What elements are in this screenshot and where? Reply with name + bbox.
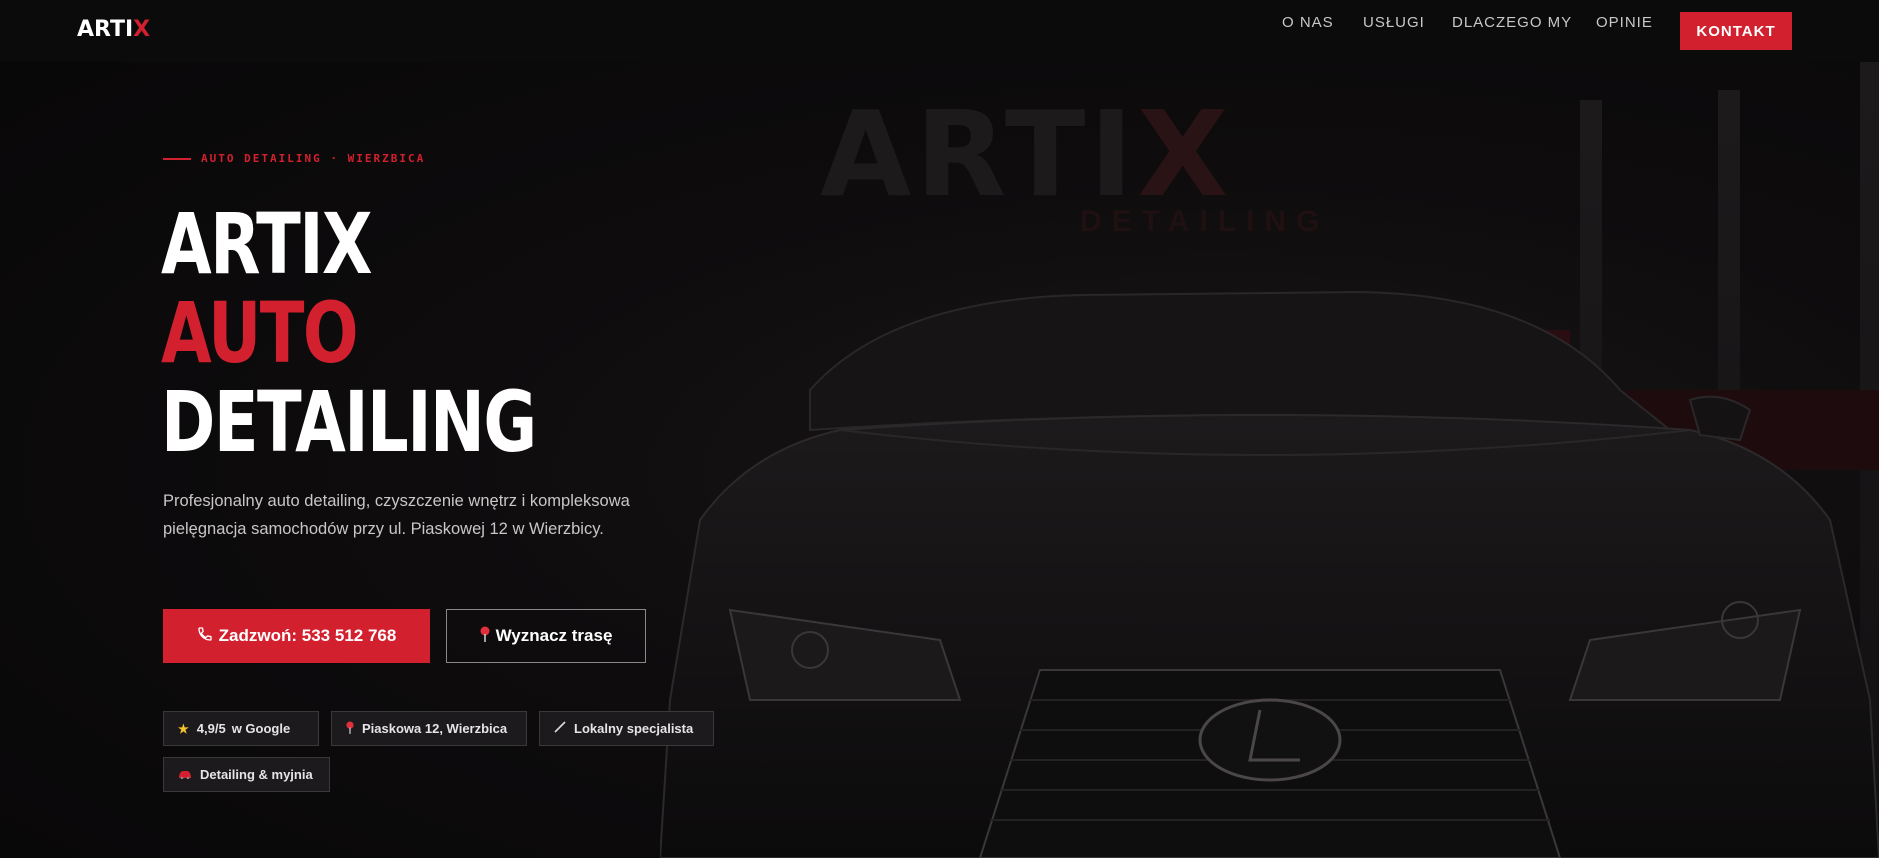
specialist-label: Lokalny specjalista: [574, 721, 694, 736]
hero-eyebrow: AUTO DETAILING · WIERZBICA: [163, 152, 425, 165]
route-button-label: Wyznacz trasę: [495, 626, 613, 645]
car-icon: [178, 768, 192, 782]
hero-title-line-1: ARTIX: [161, 195, 373, 293]
specialist-chip: Lokalny specjalista: [539, 711, 714, 746]
pin-icon: [346, 721, 354, 737]
hero-title-line-3: DETAILING: [161, 373, 537, 471]
service-label: Detailing & myjnia: [200, 767, 313, 782]
contact-button[interactable]: KONTAKT: [1680, 12, 1792, 50]
star-icon: ★: [178, 721, 189, 736]
call-button[interactable]: Zadzwoń: 533 512 768: [163, 609, 430, 663]
wrench-icon: [554, 721, 566, 736]
nav-link-uslugi[interactable]: USŁUGI: [1363, 14, 1425, 31]
background-sign-subtitle: DETAILING: [1080, 205, 1330, 238]
logo-accent: X: [133, 17, 151, 42]
rating-chip: ★ 4,9/5 w Google: [163, 711, 319, 746]
phone-icon: [197, 626, 213, 647]
rating-label: w Google: [231, 721, 291, 736]
nav-link-o-nas[interactable]: O NAS: [1282, 14, 1334, 31]
address-label: Piaskowa 12, Wierzbica: [362, 721, 508, 736]
eyebrow-text: AUTO DETAILING · WIERZBICA: [201, 152, 426, 165]
pin-icon: [480, 626, 490, 647]
nav-link-dlaczego-my[interactable]: DLACZEGO MY: [1452, 14, 1572, 31]
nav-link-opinie[interactable]: OPINIE: [1596, 14, 1653, 31]
eyebrow-divider: [163, 157, 191, 160]
service-chip: Detailing & myjnia: [163, 757, 330, 792]
hero-description: Profesjonalny auto detailing, czyszczeni…: [163, 492, 630, 538]
address-chip: Piaskowa 12, Wierzbica: [331, 711, 527, 746]
site-header: ARTIX O NAS USŁUGI DLACZEGO MY OPINIE KO…: [0, 0, 1879, 62]
background-sign: ARTIX: [820, 85, 1233, 223]
rating-value: 4,9/5: [196, 721, 226, 736]
logo-text: ARTI: [77, 17, 134, 42]
call-button-label: Zadzwoń: 533 512 768: [218, 626, 397, 645]
brand-logo[interactable]: ARTIX: [77, 17, 150, 42]
hero-title-line-2: AUTO: [161, 284, 359, 382]
route-button[interactable]: Wyznacz trasę: [446, 609, 646, 663]
car-illustration: [660, 290, 1879, 858]
